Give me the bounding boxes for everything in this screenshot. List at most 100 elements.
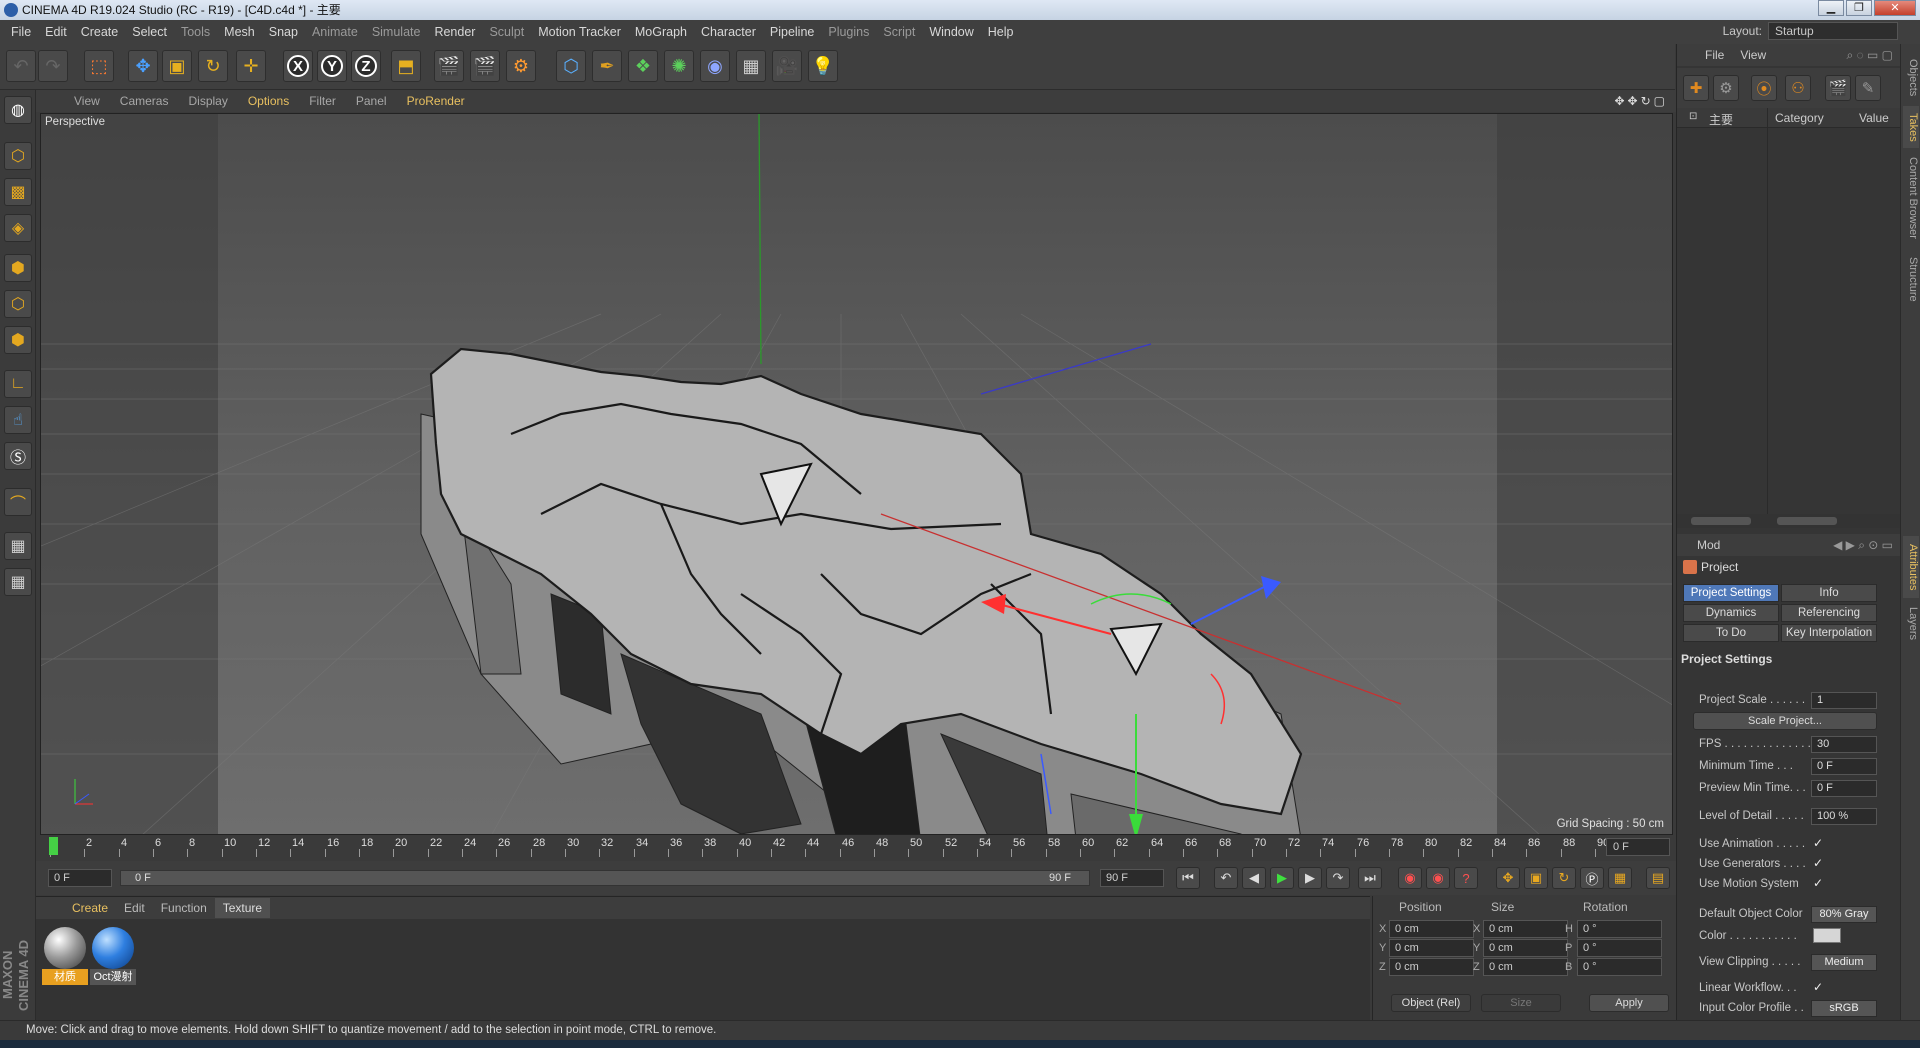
scale-tool-icon[interactable]: ▣ <box>162 50 192 82</box>
attribute-dropdown[interactable]: 80% Gray <box>1811 906 1877 923</box>
attribute-value-field[interactable]: 0 F <box>1811 780 1877 797</box>
render-picture-viewer-icon[interactable]: 🎬 <box>470 50 500 82</box>
go-to-next-key-icon[interactable]: ↷ <box>1326 867 1350 889</box>
object-filter-icon[interactable]: ⚙ <box>1713 75 1739 101</box>
menu-create[interactable]: Create <box>74 25 126 39</box>
pen-spline-icon[interactable]: ✒ <box>592 50 622 82</box>
scale-project-button[interactable]: Scale Project... <box>1693 712 1877 730</box>
workplane-mode-icon[interactable]: ◈ <box>4 214 32 242</box>
menu-sculpt[interactable]: Sculpt <box>482 25 531 39</box>
lock-workplane-icon[interactable]: ▦ <box>4 532 32 560</box>
side-tab-attributes[interactable]: Attributes <box>1903 536 1919 598</box>
last-tool-icon[interactable]: ✛ <box>236 50 266 82</box>
material-menu-create[interactable]: Create <box>64 901 116 915</box>
lock-take-icon[interactable]: ✎ <box>1855 75 1881 101</box>
end-frame-field[interactable]: 90 F <box>1100 869 1164 887</box>
side-tab-takes[interactable]: Takes <box>1903 106 1919 148</box>
y-axis-lock-icon[interactable]: Y <box>317 50 347 82</box>
rotation-field[interactable]: 0 ° <box>1577 920 1662 938</box>
material-menu-function[interactable]: Function <box>153 901 215 915</box>
viewport-navigation-icons[interactable]: ✥✥↻▢ <box>1614 94 1668 108</box>
floor-icon[interactable]: ▦ <box>736 50 766 82</box>
material-menu-edit[interactable]: Edit <box>116 901 153 915</box>
menu-edit[interactable]: Edit <box>38 25 74 39</box>
texture-mode-icon[interactable]: ▩ <box>4 178 32 206</box>
side-tab-layers[interactable]: Layers <box>1903 600 1919 648</box>
z-axis-lock-icon[interactable]: Z <box>351 50 381 82</box>
x-axis-lock-icon[interactable]: X <box>283 50 313 82</box>
go-to-next-frame-icon[interactable]: ▶ <box>1298 867 1322 889</box>
workplane-grid-icon[interactable]: ▦ <box>4 568 32 596</box>
material-swatch[interactable]: 材质 <box>42 927 88 985</box>
maximize-button[interactable]: ❐ <box>1846 0 1872 16</box>
menu-mesh[interactable]: Mesh <box>217 25 262 39</box>
polygons-mode-icon[interactable]: ⬢ <box>4 326 32 354</box>
attribute-mode-menu[interactable]: Mod <box>1697 538 1720 552</box>
size-field[interactable]: 0 cm <box>1483 920 1568 938</box>
menu-file[interactable]: File <box>4 25 38 39</box>
position-field[interactable]: 0 cm <box>1389 939 1474 957</box>
viewport-menu-view[interactable]: View <box>64 94 110 108</box>
size-mode-select[interactable]: Size <box>1481 994 1561 1012</box>
override-icon[interactable]: ⚇ <box>1785 75 1811 101</box>
snap-icon[interactable]: Ⓢ <box>4 442 32 470</box>
rotation-field[interactable]: 0 ° <box>1577 958 1662 976</box>
current-frame-field[interactable]: 0 F <box>1606 838 1670 856</box>
subdivision-surface-icon[interactable]: ❖ <box>628 50 658 82</box>
attribute-value-field[interactable]: 0 F <box>1811 758 1877 775</box>
move-tool-icon[interactable]: ✥ <box>128 50 158 82</box>
playhead-marker[interactable] <box>49 837 58 855</box>
model-mode-icon[interactable]: ⬡ <box>4 142 32 170</box>
deformer-icon[interactable]: ◉ <box>700 50 730 82</box>
tab-to-do[interactable]: To Do <box>1683 624 1779 642</box>
attribute-dropdown[interactable]: sRGB <box>1811 1000 1877 1017</box>
size-field[interactable]: 0 cm <box>1483 939 1568 957</box>
autokeying-icon[interactable]: ◉ <box>1426 867 1450 889</box>
menu-animate[interactable]: Animate <box>305 25 365 39</box>
take-manager-scrollbars[interactable] <box>1677 514 1901 528</box>
menu-character[interactable]: Character <box>694 25 763 39</box>
render-setting-icon[interactable]: 🎬 <box>1825 75 1851 101</box>
undo-icon[interactable]: ↶ <box>6 50 36 82</box>
live-selection-icon[interactable]: ⬚ <box>84 50 114 82</box>
menu-help[interactable]: Help <box>981 25 1021 39</box>
edges-mode-icon[interactable]: ⬡ <box>4 290 32 318</box>
minimize-button[interactable]: ▁ <box>1818 0 1844 16</box>
coordinate-system-icon[interactable]: ⬒ <box>391 50 421 82</box>
cube-object-icon[interactable]: ⬡ <box>556 50 586 82</box>
timeline-window-icon[interactable]: ▤ <box>1646 867 1670 889</box>
go-to-start-icon[interactable]: ⏮ <box>1176 867 1200 889</box>
attribute-checkbox[interactable]: ✓ <box>1811 876 1825 890</box>
material-swatch[interactable]: Oct漫射 <box>90 927 136 985</box>
viewport-menu-panel[interactable]: Panel <box>346 94 397 108</box>
rotate-tool-icon[interactable]: ↻ <box>198 50 228 82</box>
menu-tools[interactable]: Tools <box>174 25 217 39</box>
magnet-icon[interactable]: ⌒ <box>4 488 32 516</box>
color-swatch[interactable] <box>1813 928 1841 943</box>
render-view-icon[interactable]: 🎬 <box>434 50 464 82</box>
tab-project-settings[interactable]: Project Settings <box>1683 584 1779 602</box>
record-parameter-icon[interactable]: Ⓟ <box>1580 867 1604 889</box>
record-position-icon[interactable]: ✥ <box>1496 867 1520 889</box>
object-menu-file[interactable]: File <box>1697 48 1732 62</box>
viewport-menu-prorender[interactable]: ProRender <box>397 94 475 108</box>
menu-select[interactable]: Select <box>125 25 174 39</box>
attribute-checkbox[interactable]: ✓ <box>1811 980 1825 994</box>
attribute-value-field[interactable]: 1 <box>1811 692 1877 709</box>
menu-snap[interactable]: Snap <box>262 25 305 39</box>
side-tab-objects[interactable]: Objects <box>1903 52 1919 104</box>
menu-script[interactable]: Script <box>876 25 922 39</box>
attribute-value-field[interactable]: 30 <box>1811 736 1877 753</box>
attribute-checkbox[interactable]: ✓ <box>1811 836 1825 850</box>
side-tab-structure[interactable]: Structure <box>1903 248 1919 310</box>
object-menu-view[interactable]: View <box>1732 48 1774 62</box>
tab-dynamics[interactable]: Dynamics <box>1683 604 1779 622</box>
render-settings-icon[interactable]: ⚙ <box>506 50 536 82</box>
layout-select[interactable]: Startup <box>1768 22 1898 40</box>
add-object-icon[interactable]: ✚ <box>1683 75 1709 101</box>
go-to-previous-key-icon[interactable]: ↶ <box>1214 867 1238 889</box>
close-button[interactable]: ✕ <box>1874 0 1916 16</box>
viewport-menu-display[interactable]: Display <box>178 94 237 108</box>
main-take-label[interactable]: 主要 <box>1709 111 1733 128</box>
menu-motion-tracker[interactable]: Motion Tracker <box>531 25 628 39</box>
